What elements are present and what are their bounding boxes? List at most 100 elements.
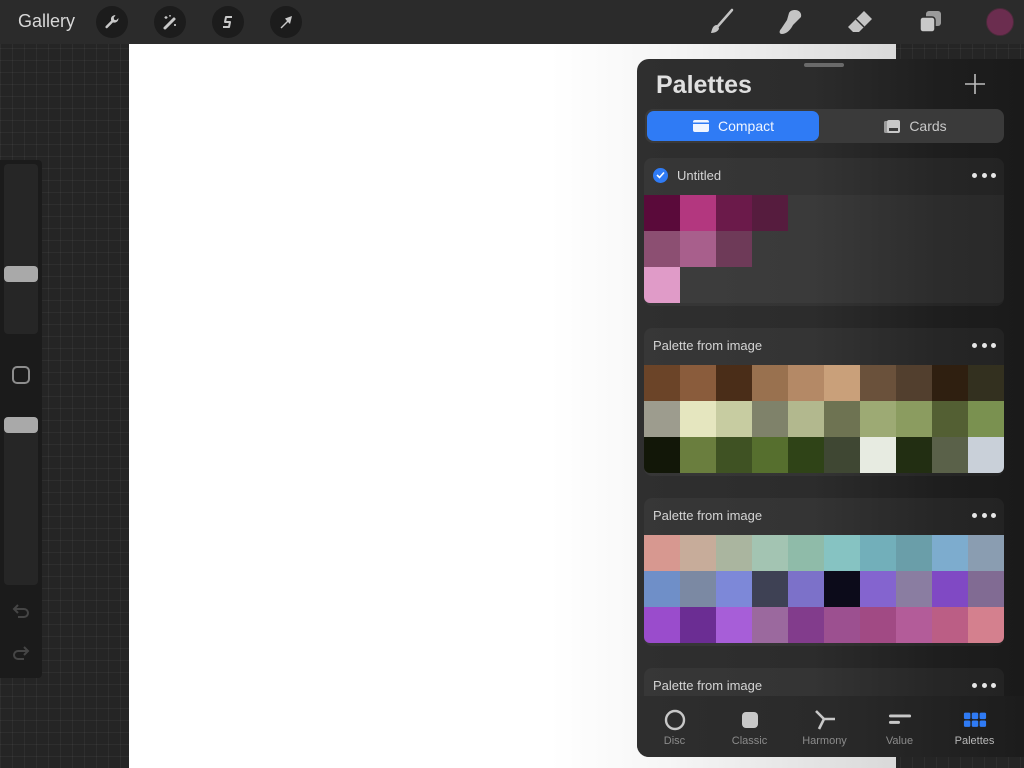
color-swatch[interactable] <box>752 401 788 437</box>
color-swatch[interactable] <box>824 535 860 571</box>
color-swatch[interactable] <box>644 401 680 437</box>
palette-more-button[interactable] <box>972 679 996 691</box>
palette-card[interactable]: Palette from image <box>644 328 1004 476</box>
color-swatch[interactable] <box>644 571 680 607</box>
color-swatch[interactable] <box>788 571 824 607</box>
color-swatch[interactable] <box>716 607 752 643</box>
opacity-slider[interactable] <box>4 417 38 585</box>
panel-grabber[interactable] <box>804 63 844 67</box>
color-swatch[interactable] <box>788 535 824 571</box>
compact-view-button[interactable]: Compact <box>647 111 819 141</box>
tab-value[interactable]: Value <box>862 696 937 757</box>
color-swatch[interactable] <box>896 571 932 607</box>
color-swatch[interactable] <box>860 437 896 473</box>
color-swatch[interactable] <box>788 607 824 643</box>
color-swatch[interactable] <box>968 607 1004 643</box>
tab-classic[interactable]: Classic <box>712 696 787 757</box>
color-swatch[interactable] <box>680 535 716 571</box>
color-swatch[interactable] <box>644 267 680 303</box>
brush-size-slider[interactable] <box>4 164 38 334</box>
color-swatch[interactable] <box>644 607 680 643</box>
adjustments-button[interactable] <box>154 6 186 38</box>
color-swatch[interactable] <box>680 437 716 473</box>
color-swatch[interactable] <box>932 437 968 473</box>
color-swatch[interactable] <box>860 535 896 571</box>
color-swatch[interactable] <box>824 365 860 401</box>
color-swatch[interactable] <box>824 401 860 437</box>
color-swatch[interactable] <box>896 607 932 643</box>
color-swatch[interactable] <box>716 195 752 231</box>
transform-button[interactable] <box>270 6 302 38</box>
color-swatch[interactable] <box>824 437 860 473</box>
color-swatch[interactable] <box>644 437 680 473</box>
add-palette-button[interactable] <box>963 72 987 96</box>
selection-button[interactable] <box>212 6 244 38</box>
color-swatch[interactable] <box>968 571 1004 607</box>
opacity-thumb[interactable] <box>4 417 38 433</box>
tab-harmony[interactable]: Harmony <box>787 696 862 757</box>
color-swatch[interactable] <box>860 607 896 643</box>
tab-disc[interactable]: Disc <box>637 696 712 757</box>
default-palette-check-icon[interactable] <box>653 167 668 183</box>
color-swatch[interactable] <box>644 535 680 571</box>
palette-more-button[interactable] <box>972 509 996 521</box>
color-swatch[interactable] <box>752 571 788 607</box>
color-swatch[interactable] <box>680 231 716 267</box>
actions-button[interactable] <box>96 6 128 38</box>
palette-card[interactable]: Untitled <box>644 158 1004 306</box>
color-swatch[interactable] <box>968 535 1004 571</box>
color-swatch[interactable] <box>788 365 824 401</box>
layers-button[interactable] <box>914 6 946 38</box>
color-swatch[interactable] <box>824 607 860 643</box>
color-swatch[interactable] <box>644 195 680 231</box>
redo-button[interactable] <box>10 644 32 662</box>
color-swatch[interactable] <box>932 535 968 571</box>
color-swatch[interactable] <box>968 365 1004 401</box>
current-color-button[interactable] <box>986 8 1014 36</box>
color-swatch[interactable] <box>752 365 788 401</box>
color-swatch[interactable] <box>932 365 968 401</box>
color-swatch[interactable] <box>968 401 1004 437</box>
color-swatch[interactable] <box>860 401 896 437</box>
color-swatch[interactable] <box>860 365 896 401</box>
color-swatch[interactable] <box>752 195 788 231</box>
color-swatch[interactable] <box>680 607 716 643</box>
color-swatch[interactable] <box>716 401 752 437</box>
color-swatch[interactable] <box>788 401 824 437</box>
color-swatch[interactable] <box>824 571 860 607</box>
palette-more-button[interactable] <box>972 169 996 181</box>
smudge-button[interactable] <box>774 6 806 38</box>
undo-button[interactable] <box>10 602 32 620</box>
color-swatch[interactable] <box>896 365 932 401</box>
color-swatch[interactable] <box>860 571 896 607</box>
color-swatch[interactable] <box>752 535 788 571</box>
color-swatch[interactable] <box>968 437 1004 473</box>
color-swatch[interactable] <box>788 437 824 473</box>
tab-palettes[interactable]: Palettes <box>937 696 1012 757</box>
color-swatch[interactable] <box>932 401 968 437</box>
color-swatch[interactable] <box>680 195 716 231</box>
color-swatch[interactable] <box>644 365 680 401</box>
color-swatch[interactable] <box>896 401 932 437</box>
color-swatch[interactable] <box>680 571 716 607</box>
cards-view-button[interactable]: Cards <box>829 111 1001 141</box>
color-swatch[interactable] <box>716 231 752 267</box>
color-swatch[interactable] <box>896 535 932 571</box>
color-swatch[interactable] <box>932 571 968 607</box>
color-swatch[interactable] <box>896 437 932 473</box>
brush-size-thumb[interactable] <box>4 266 38 282</box>
gallery-button[interactable]: Gallery <box>18 11 75 32</box>
color-swatch[interactable] <box>716 365 752 401</box>
palette-more-button[interactable] <box>972 339 996 351</box>
color-swatch[interactable] <box>752 607 788 643</box>
color-swatch[interactable] <box>752 437 788 473</box>
color-swatch[interactable] <box>644 231 680 267</box>
color-swatch[interactable] <box>932 607 968 643</box>
color-swatch[interactable] <box>716 571 752 607</box>
modify-button[interactable] <box>12 366 30 384</box>
color-swatch[interactable] <box>680 401 716 437</box>
brush-button[interactable] <box>704 6 736 38</box>
color-swatch[interactable] <box>716 437 752 473</box>
eraser-button[interactable] <box>844 6 876 38</box>
color-swatch[interactable] <box>680 365 716 401</box>
